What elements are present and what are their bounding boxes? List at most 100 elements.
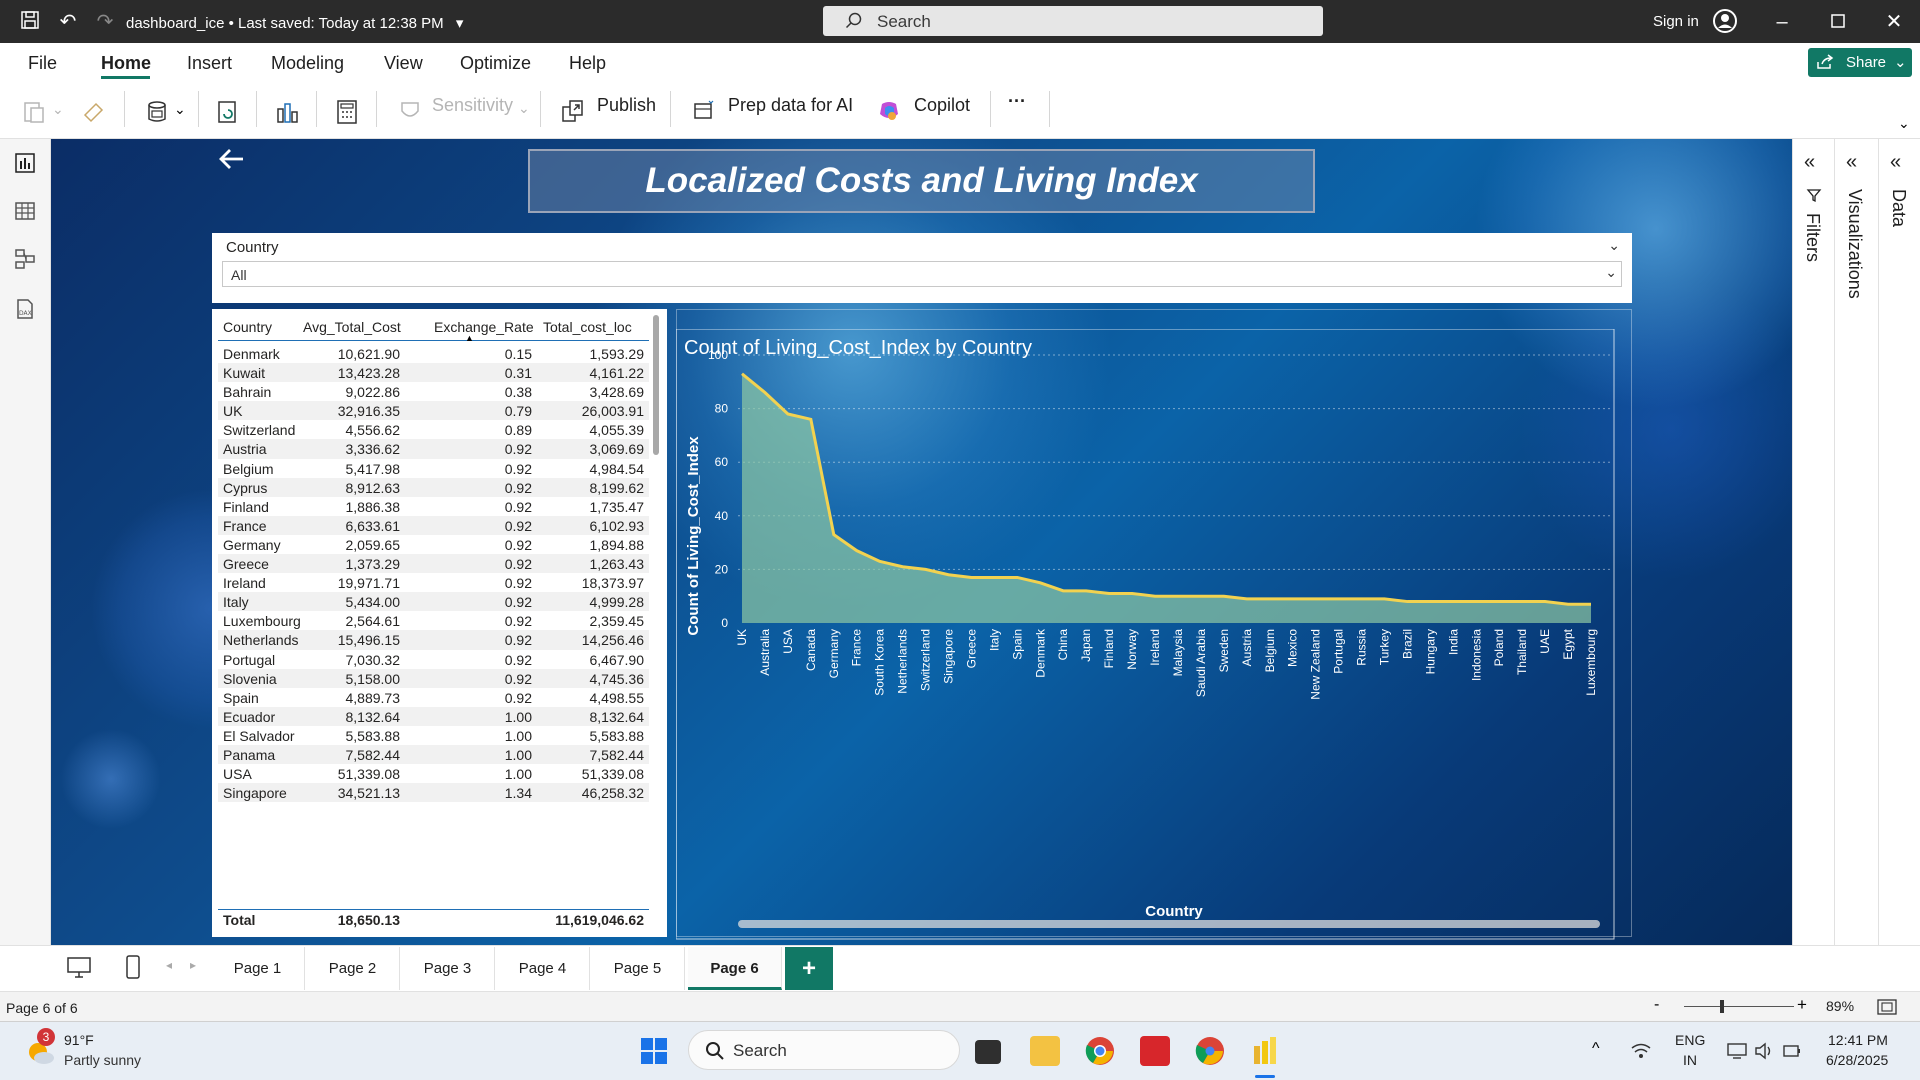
column-header[interactable]: Exchange_Rate [434,319,534,335]
data-point[interactable] [1198,593,1204,599]
menu-help[interactable]: Help [569,53,606,74]
data-point[interactable] [1359,596,1365,602]
undo-icon[interactable]: ↶ [56,10,80,34]
sensitivity-icon[interactable] [398,99,422,123]
search-box[interactable]: Search [823,6,1323,36]
table-row[interactable]: Ireland 19,971.71 0.92 18,373.97 [218,573,649,592]
minimize-icon[interactable]: – [1770,10,1794,34]
data-point[interactable] [991,574,997,580]
data-point[interactable] [1152,593,1158,599]
menu-home[interactable]: Home [101,53,151,74]
data-point[interactable] [808,416,814,422]
taskbar-search[interactable]: Search [688,1030,960,1070]
get-data-icon[interactable] [146,99,172,125]
zoom-slider[interactable] [1684,1006,1794,1007]
data-point[interactable] [1404,599,1410,605]
prep-data-button[interactable]: Prep data for AI [728,95,853,116]
data-point[interactable] [1175,593,1181,599]
redo-icon[interactable]: ↷ [93,10,117,34]
column-header[interactable]: Total_cost_loc [543,319,632,335]
data-point[interactable] [1542,599,1548,605]
data-point[interactable] [968,574,974,580]
battery-icon[interactable] [1782,1042,1802,1060]
calculator-icon[interactable] [335,99,359,125]
data-point[interactable] [1129,591,1135,597]
clock-date[interactable]: 6/28/2025 [1826,1052,1888,1068]
data-point[interactable] [1106,591,1112,597]
table-row[interactable]: Belgium 5,417.98 0.92 4,984.54 [218,459,649,478]
data-point[interactable] [1221,593,1227,599]
acrobat-icon[interactable] [1140,1036,1170,1066]
data-pane[interactable]: « Data [1878,139,1920,945]
column-header[interactable]: Avg_Total_Cost [303,319,401,335]
country-slicer[interactable]: Country ⌄ All ⌄ [212,233,1632,303]
back-arrow-icon[interactable] [217,145,245,179]
data-point[interactable] [1313,596,1319,602]
language-label[interactable]: ENG [1675,1032,1705,1048]
table-row[interactable]: Finland 1,886.38 0.92 1,735.47 [218,497,649,516]
refresh-icon[interactable] [215,99,241,125]
publish-button[interactable]: Publish [597,95,656,116]
chevron-down-icon[interactable]: ⌄ [1608,237,1620,254]
share-button[interactable]: Share ⌄ [1808,48,1912,77]
area-chart[interactable]: Count of Living_Cost_Index by Country Co… [676,329,1616,941]
table-row[interactable]: Italy 5,434.00 0.92 4,999.28 [218,592,649,612]
table-row[interactable]: Bahrain 9,022.86 0.38 3,428.69 [218,382,649,401]
column-header[interactable]: Country [223,319,272,335]
table-row[interactable]: Switzerland 4,556.62 0.89 4,055.39 [218,420,649,439]
table-row[interactable]: USA 51,339.08 1.00 51,339.08 [218,764,649,783]
network-icon[interactable] [1630,1042,1652,1060]
model-view-icon[interactable] [13,247,37,271]
page-tab-5[interactable]: Page 5 [591,947,685,990]
clock-time[interactable]: 12:41 PM [1828,1032,1888,1048]
data-point[interactable] [785,411,791,417]
mobile-layout-icon[interactable] [125,954,141,980]
desktop-layout-icon[interactable] [66,956,92,980]
chevron-down-icon[interactable]: ⌄ [518,100,530,117]
sign-in-link[interactable]: Sign in [1653,13,1699,30]
next-page-icon[interactable]: ▸ [190,958,196,972]
table-row[interactable]: France 6,633.61 0.92 6,102.93 [218,515,649,535]
data-point[interactable] [762,390,768,396]
page-tab-6[interactable]: Page 6 [688,947,782,990]
data-point[interactable] [1519,599,1525,605]
zoom-in-icon[interactable]: + [1797,995,1807,1015]
task-view-icon[interactable] [975,1040,1001,1064]
data-point[interactable] [1381,596,1387,602]
more-options-button[interactable]: ··· [1008,91,1026,112]
data-point[interactable] [1450,599,1456,605]
table-row[interactable]: Austria 3,336.62 0.92 3,069.69 [218,439,649,459]
ribbon-collapse-icon[interactable]: ⌄ [1898,115,1910,132]
table-row[interactable]: Kuwait 13,423.28 0.31 4,161.22 [218,363,649,383]
previous-page-icon[interactable]: ◂ [166,958,172,972]
fit-to-page-icon[interactable] [1876,998,1898,1016]
add-page-button[interactable]: + [785,947,833,990]
chevron-down-icon[interactable]: ▾ [456,15,464,32]
menu-modeling[interactable]: Modeling [271,53,344,74]
report-view-icon[interactable] [13,151,37,175]
dax-query-view-icon[interactable]: DAX [13,297,37,321]
data-point[interactable] [877,558,883,564]
table-row[interactable]: Panama 7,582.44 1.00 7,582.44 [218,744,649,765]
data-point[interactable] [831,532,837,538]
menu-insert[interactable]: Insert [187,53,232,74]
table-row[interactable]: Singapore 34,521.13 1.34 46,258.32 [218,783,649,803]
save-icon[interactable] [18,10,42,34]
zoom-slider-thumb[interactable] [1720,1000,1724,1013]
maximize-icon[interactable] [1826,10,1850,34]
page-tab-4[interactable]: Page 4 [496,947,590,990]
data-point[interactable] [1037,580,1043,586]
prep-data-icon[interactable] [692,99,716,123]
table-row[interactable]: Ecuador 8,132.64 1.00 8,132.64 [218,706,649,726]
table-row[interactable]: UK 32,916.35 0.79 26,003.91 [218,401,649,421]
visualizations-pane[interactable]: « Visualizations [1834,139,1878,945]
data-point[interactable] [1473,599,1479,605]
data-point[interactable] [1060,588,1066,594]
page-tab-3[interactable]: Page 3 [401,947,495,990]
data-point[interactable] [1336,596,1342,602]
close-icon[interactable]: ✕ [1882,10,1906,34]
table-row[interactable]: Spain 4,889.73 0.92 4,498.55 [218,688,649,707]
sensitivity-button[interactable]: Sensitivity [432,95,513,116]
table-row[interactable]: Denmark 10,621.90 0.15 1,593.29 [218,344,649,363]
cost-table[interactable]: Country Avg_Total_Cost Exchange_Rate ▲ T… [212,309,667,937]
